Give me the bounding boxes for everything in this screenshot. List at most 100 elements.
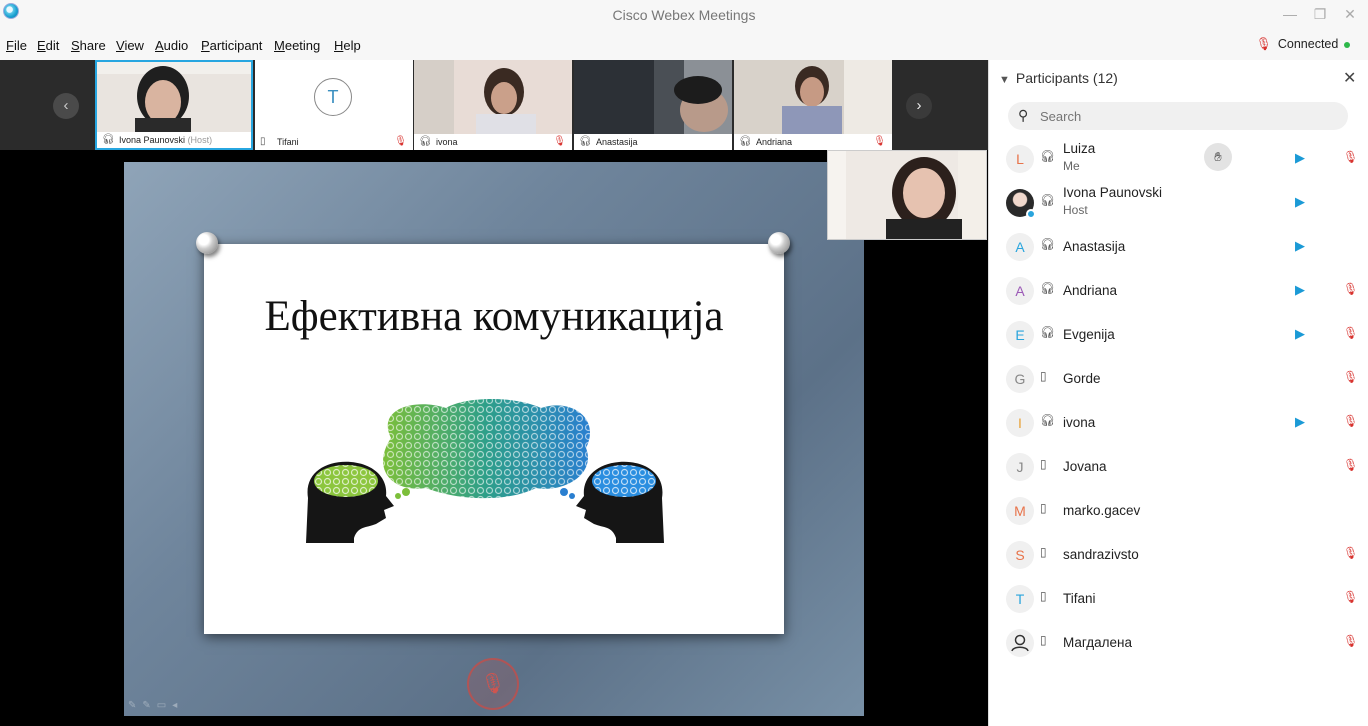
video-thumb-tifani[interactable]: T ▯ Tifani 🎙︎ <box>255 60 413 150</box>
participant-row-marko-gacev[interactable]: M ▯ marko.gacev <box>989 489 1368 533</box>
chevron-down-icon: ▼ <box>999 74 1010 86</box>
participant-row-luiza[interactable]: L 🎧︎ Luiza Me ✋︎ ▶︎ 🎙︎ <box>989 137 1368 181</box>
mic-muted-icon[interactable]: 🎙︎ <box>1343 458 1358 472</box>
person-avatar-icon <box>1006 629 1034 657</box>
video-feed <box>97 62 251 138</box>
participant-name: Ivona Paunovski <box>1063 185 1163 200</box>
avatar: T <box>314 78 352 116</box>
avatar: T <box>1006 585 1034 613</box>
avatar: S <box>1006 541 1034 569</box>
thumb-caption: 🎧︎ Anastasija <box>574 134 732 150</box>
annotation-tools[interactable]: ✎✎▭◂ <box>128 700 183 711</box>
menu-help[interactable]: Help <box>334 38 361 53</box>
participant-row-evgenija[interactable]: E 🎧︎ Evgenija ▶︎ 🎙︎ <box>989 313 1368 357</box>
video-thumb-andriana[interactable]: 🎧︎ Andriana 🎙︎ <box>734 60 892 150</box>
participant-row-anastasija[interactable]: A 🎧︎ Anastasija ▶︎ <box>989 225 1368 269</box>
self-view-video[interactable] <box>827 150 987 240</box>
headset-icon: 🎧︎ <box>1040 325 1056 339</box>
avatar <box>1006 189 1036 219</box>
avatar: A <box>1006 277 1034 305</box>
menu-edit[interactable]: Edit <box>37 38 59 53</box>
headset-icon: 🎧︎ <box>102 134 115 145</box>
mic-muted-icon[interactable]: 🎙︎ <box>1343 370 1358 384</box>
thumb-caption: 🎧︎ ivona 🎙︎ <box>414 134 572 150</box>
participant-name: Evgenija <box>1063 327 1115 342</box>
mic-muted-icon[interactable]: 🎙︎ <box>1343 414 1358 428</box>
slide-card: Ефективна комуникација <box>204 244 784 634</box>
menu-audio[interactable]: Audio <box>155 38 188 53</box>
video-feed <box>414 60 572 134</box>
avatar: J <box>1006 453 1034 481</box>
participant-name: Магдалена <box>1063 635 1132 650</box>
communication-illustration <box>296 378 688 586</box>
headset-icon: 🎧︎ <box>739 136 752 147</box>
thumb-caption: 🎧︎ Ivona Paunovski (Host) <box>97 132 251 148</box>
phone-icon: ▯ <box>260 136 266 147</box>
participant-row-ivona-paunovski[interactable]: 🎧︎ Ivona Paunovski Host ▶︎ <box>989 181 1368 225</box>
strip-next-button[interactable]: › <box>906 93 932 119</box>
video-thumb-ivona[interactable]: 🎧︎ ivona 🎙︎ <box>414 60 572 150</box>
raise-hand-button[interactable]: ✋︎ <box>1204 143 1232 171</box>
mic-muted-icon[interactable]: 🎙︎ <box>1343 590 1358 604</box>
video-camera-icon[interactable]: ▶︎ <box>1295 150 1305 166</box>
participant-search-input[interactable] <box>1008 102 1348 130</box>
video-camera-icon[interactable]: ▶︎ <box>1295 238 1305 254</box>
menu-bar: File Edit Share View Audio Participant M… <box>0 32 1368 60</box>
headset-icon: 🎧︎ <box>1040 413 1056 427</box>
mic-muted-icon: 🎙︎ <box>553 136 566 147</box>
participant-row-magdalena[interactable]: ▯ Магдалена 🎙︎ <box>989 621 1368 665</box>
strip-prev-button[interactable]: ‹ <box>53 93 79 119</box>
avatar: M <box>1006 497 1034 525</box>
participant-name: sandrazivsto <box>1063 547 1139 562</box>
phone-icon: ▯ <box>1040 369 1047 383</box>
video-feed <box>734 60 892 134</box>
phone-icon: ▯ <box>1040 501 1047 515</box>
mic-muted-icon: 🎙︎ <box>394 136 407 147</box>
phone-icon: ▯ <box>1040 545 1047 559</box>
menu-participant[interactable]: Participant <box>201 38 262 53</box>
close-panel-button[interactable]: ✕ <box>1343 68 1356 88</box>
participants-header[interactable]: ▼ Participants (12) <box>999 70 1118 86</box>
window-title: Cisco Webex Meetings <box>612 7 756 23</box>
title-bar: Cisco Webex Meetings — ❐ ✕ <box>0 0 1368 32</box>
participant-role: Host <box>1063 203 1088 217</box>
headset-icon: 🎧︎ <box>1040 281 1056 295</box>
mic-muted-icon[interactable]: 🎙︎ <box>1343 546 1358 560</box>
participant-name: Luiza <box>1063 141 1096 156</box>
connection-status[interactable]: 🎙︎ Connected <box>1256 37 1351 52</box>
participant-name: Anastasija <box>1063 239 1126 254</box>
participant-row-andriana[interactable]: A 🎧︎ Andriana ▶︎ 🎙︎ <box>989 269 1368 313</box>
video-camera-icon[interactable]: ▶︎ <box>1295 282 1305 298</box>
video-thumb-anastasija[interactable]: 🎧︎ Anastasija <box>574 60 732 150</box>
mic-muted-icon: 🎙︎ <box>873 136 886 147</box>
video-thumb-ivona-paunovski[interactable]: 🎧︎ Ivona Paunovski (Host) <box>95 60 253 150</box>
mic-muted-icon[interactable]: 🎙︎ <box>1343 150 1358 164</box>
participant-row-tifani[interactable]: T ▯ Tifani 🎙︎ <box>989 577 1368 621</box>
participant-row-ivona[interactable]: I 🎧︎ ivona ▶︎ 🎙︎ <box>989 401 1368 445</box>
video-camera-icon[interactable]: ▶︎ <box>1295 326 1305 342</box>
menu-view[interactable]: View <box>116 38 144 53</box>
mic-muted-overlay-icon[interactable]: 🎙︎ <box>467 658 519 710</box>
menu-meeting[interactable]: Meeting <box>274 38 320 53</box>
mic-muted-icon[interactable]: 🎙︎ <box>1343 326 1358 340</box>
participant-row-jovana[interactable]: J ▯ Jovana 🎙︎ <box>989 445 1368 489</box>
video-thumbnail-strip: ‹ 🎧︎ Ivona Paunovski (Host) T ▯ Tifani 🎙︎ <box>0 60 988 150</box>
participant-row-sandrazivsto[interactable]: S ▯ sandrazivsto 🎙︎ <box>989 533 1368 577</box>
menu-file[interactable]: File <box>6 38 27 53</box>
avatar: E <box>1006 321 1034 349</box>
video-camera-icon[interactable]: ▶︎ <box>1295 194 1305 210</box>
minimize-button[interactable]: — <box>1275 3 1305 25</box>
video-camera-icon[interactable]: ▶︎ <box>1295 414 1305 430</box>
headset-icon: 🎧︎ <box>419 136 432 147</box>
participant-name: Jovana <box>1063 459 1107 474</box>
menu-share[interactable]: Share <box>71 38 106 53</box>
pushpin-icon <box>768 232 790 254</box>
thumb-caption: ▯ Tifani 🎙︎ <box>255 134 413 150</box>
close-window-button[interactable]: ✕ <box>1335 3 1365 25</box>
mic-muted-icon[interactable]: 🎙︎ <box>1343 634 1358 648</box>
avatar: I <box>1006 409 1034 437</box>
maximize-button[interactable]: ❐ <box>1305 3 1335 25</box>
mic-muted-icon[interactable]: 🎙︎ <box>1343 282 1358 296</box>
self-video-feed <box>828 151 986 239</box>
participant-row-gorde[interactable]: G ▯ Gorde 🎙︎ <box>989 357 1368 401</box>
